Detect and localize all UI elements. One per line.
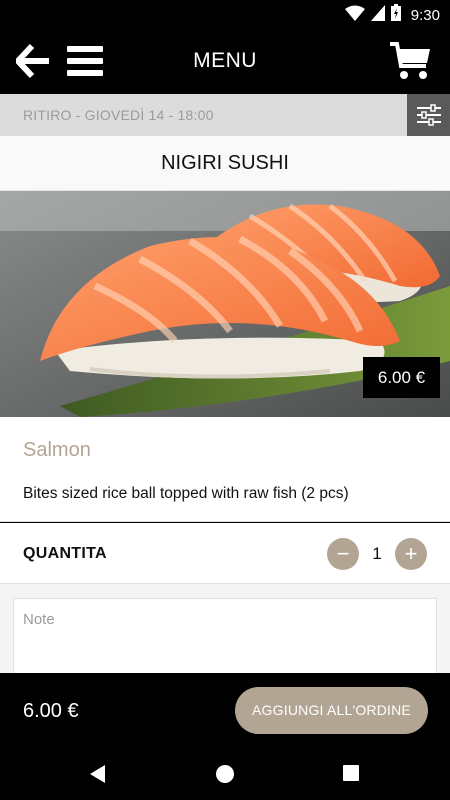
nav-recents-icon[interactable] bbox=[343, 765, 359, 781]
shopping-cart-icon bbox=[390, 42, 430, 79]
nav-home-icon[interactable] bbox=[216, 765, 234, 783]
system-nav-bar bbox=[0, 749, 450, 800]
pickup-bar: RITIRO - GIOVEDÌ 14 - 18:00 bbox=[0, 94, 450, 136]
quantity-label: QUANTITA bbox=[23, 545, 107, 562]
price-tag: 6.00 € bbox=[363, 357, 440, 398]
hamburger-menu-icon bbox=[67, 46, 103, 76]
filter-sliders-icon bbox=[416, 104, 441, 126]
back-arrow-icon bbox=[13, 43, 49, 79]
notes-placeholder: Note bbox=[23, 611, 55, 628]
order-bar: 6.00 € AGGIUNGI ALL'ORDINE bbox=[0, 673, 450, 749]
app-bar: MENU bbox=[0, 28, 450, 94]
product-description: Bites sized rice ball topped with raw fi… bbox=[23, 485, 349, 502]
wifi-icon bbox=[344, 5, 365, 26]
notes-section: Note bbox=[0, 584, 450, 688]
menu-button[interactable] bbox=[66, 42, 104, 80]
product-details: Salmon Bites sized rice ball topped with… bbox=[0, 417, 450, 522]
quantity-value: 1 bbox=[372, 544, 382, 563]
back-button[interactable] bbox=[13, 43, 52, 79]
product-image: 6.00 € bbox=[0, 191, 450, 417]
signal-icon bbox=[370, 4, 385, 26]
cart-button[interactable] bbox=[390, 41, 432, 81]
nav-back-icon[interactable] bbox=[89, 765, 107, 788]
decrease-quantity-button[interactable]: − bbox=[327, 538, 359, 570]
quantity-row: QUANTITA − 1 + bbox=[0, 523, 450, 584]
add-to-order-button[interactable]: AGGIUNGI ALL'ORDINE bbox=[235, 687, 428, 734]
product-name: Salmon bbox=[23, 439, 91, 461]
pickup-time-text: RITIRO - GIOVEDÌ 14 - 18:00 bbox=[23, 107, 214, 123]
category-title: NIGIRI SUSHI bbox=[0, 136, 450, 191]
total-price: 6.00 € bbox=[23, 700, 79, 722]
increase-quantity-button[interactable]: + bbox=[395, 538, 427, 570]
status-time: 9:30 bbox=[410, 6, 440, 24]
status-icons: 9:30 bbox=[344, 4, 440, 26]
filter-button[interactable] bbox=[407, 94, 450, 136]
status-bar: 9:30 bbox=[0, 0, 450, 28]
battery-icon bbox=[390, 4, 401, 26]
